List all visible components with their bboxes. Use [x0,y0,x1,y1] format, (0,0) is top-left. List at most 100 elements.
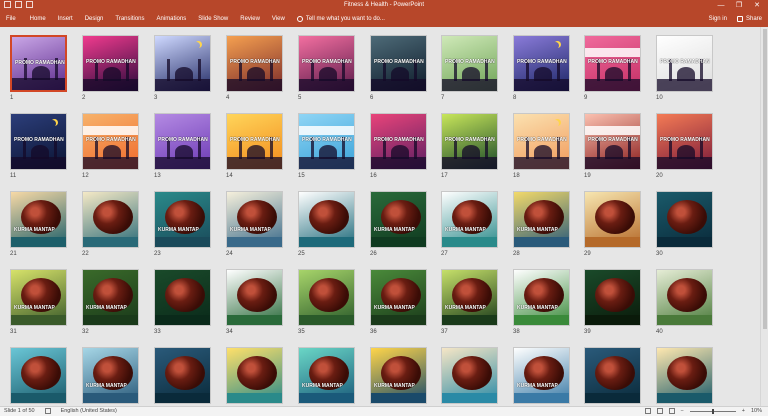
slide-preview[interactable] [656,191,713,248]
tab-insert[interactable]: Insert [52,11,79,27]
slide-number: 9 [584,95,588,101]
mosque-dome [319,145,337,159]
accent-swoosh [514,315,569,325]
sign-in-link[interactable]: Sign in [709,16,727,22]
slide-preview[interactable]: PROMO RAMADHAN [441,113,498,170]
maximize-button[interactable]: ❐ [730,0,748,11]
slide-headline: KURMA MANTAP [14,305,55,311]
slide-preview[interactable]: PROMO RAMADHAN [513,113,570,170]
slide-preview[interactable] [656,347,713,404]
slide-number: 37 [441,329,448,335]
slide-sorter-view-icon[interactable] [656,408,663,414]
zoom-in-icon[interactable]: + [742,408,745,414]
slide-preview[interactable]: PROMO RAMADHAN [154,113,211,170]
slide-preview[interactable] [584,347,641,404]
slide-preview[interactable] [656,269,713,326]
vertical-scrollbar[interactable] [760,27,768,406]
slide-preview[interactable]: KURMA MANTAP [154,191,211,248]
language-label[interactable]: English (United States) [61,408,117,414]
slide-preview[interactable] [584,269,641,326]
slide-preview[interactable]: PROMO RAMADHAN [298,35,355,92]
slide-headline: KURMA MANTAP [445,227,486,233]
status-bar: Slide 1 of 50 English (United States) − … [0,406,768,416]
slide-number: 24 [226,251,233,257]
minimize-button[interactable]: — [712,0,730,11]
slide-preview[interactable] [584,191,641,248]
slide-preview[interactable]: KURMA MANTAP [10,269,67,326]
slide-preview[interactable]: KURMA MANTAP [226,191,283,248]
dates-photo [93,200,133,234]
spellcheck-icon[interactable] [44,408,51,414]
slide-preview[interactable] [154,347,211,404]
slide-preview[interactable]: KURMA MANTAP [441,269,498,326]
slide-preview[interactable]: PROMO RAMADHAN [226,35,283,92]
slide-preview[interactable] [154,269,211,326]
slide-number: 29 [584,251,591,257]
slide-preview[interactable]: KURMA MANTAP [82,269,139,326]
accent-swoosh [442,315,497,325]
share-button[interactable]: Share [736,16,762,22]
slide-preview[interactable]: KURMA MANTAP [298,347,355,404]
slide-preview[interactable]: KURMA MANTAP [513,347,570,404]
reading-view-icon[interactable] [668,408,675,414]
tab-file[interactable]: File [0,11,24,27]
slide-preview[interactable]: PROMO RAMADHAN [82,113,139,170]
window-title: Fitness & Health - PowerPoint [343,2,425,8]
slide-preview[interactable]: KURMA MANTAP [513,269,570,326]
slide-number: 26 [370,251,377,257]
slide-number: 39 [584,329,591,335]
slide-number: 6 [370,95,374,101]
zoom-slider[interactable] [689,408,736,414]
slide-preview[interactable]: PROMO RAMADHAN [441,35,498,92]
slide-preview[interactable]: KURMA MANTAP [370,347,427,404]
slide-preview[interactable]: PROMO RAMADHAN [656,113,713,170]
close-button[interactable]: ✕ [748,0,766,11]
scrollbar-thumb[interactable] [763,29,767,329]
slide-headline: KURMA MANTAP [374,305,415,311]
slide-preview[interactable]: KURMA MANTAP [513,191,570,248]
zoom-out-icon[interactable]: − [681,408,684,414]
slide-preview[interactable] [441,347,498,404]
tab-animations[interactable]: Animations [151,11,193,27]
slide-preview[interactable]: PROMO RAMADHAN [82,35,139,92]
slide-headline: KURMA MANTAP [374,383,415,389]
tell-me-box[interactable]: Tell me what you want to do... [291,16,385,22]
slide-number: 28 [513,251,520,257]
slide-preview[interactable]: PROMO RAMADHAN [10,35,67,92]
slide-preview[interactable]: KURMA MANTAP [10,191,67,248]
slide-preview[interactable] [154,35,211,92]
slide-preview[interactable] [10,347,67,404]
slide-preview[interactable]: PROMO RAMADHAN [226,113,283,170]
slide-number: 32 [82,329,89,335]
minaret [198,59,201,81]
tab-view[interactable]: View [266,11,291,27]
tab-review[interactable]: Review [234,11,266,27]
slide-preview[interactable]: PROMO RAMADHAN [10,113,67,170]
slide-preview[interactable]: PROMO RAMADHAN [584,35,641,92]
tab-home[interactable]: Home [24,11,52,27]
slide-number: 12 [82,173,89,179]
zoom-level[interactable]: 10% [751,408,762,414]
slide-preview[interactable] [298,269,355,326]
slide-preview[interactable]: PROMO RAMADHAN [584,113,641,170]
tab-slide-show[interactable]: Slide Show [192,11,234,27]
slide-preview[interactable] [82,191,139,248]
slide-preview[interactable]: PROMO RAMADHAN [513,35,570,92]
slide-preview[interactable]: PROMO RAMADHAN [370,113,427,170]
slide-preview[interactable]: PROMO RAMADHAN [298,113,355,170]
slide-preview[interactable] [298,191,355,248]
tab-transitions[interactable]: Transitions [109,11,150,27]
mosque-dome [31,145,49,159]
normal-view-icon[interactable] [644,408,651,414]
slide-preview[interactable]: KURMA MANTAP [370,191,427,248]
slide-preview[interactable] [226,269,283,326]
ribbon-right: Sign in Share [709,11,762,27]
slide-preview[interactable]: PROMO RAMADHAN [656,35,713,92]
slide-preview[interactable]: PROMO RAMADHAN [370,35,427,92]
slide-preview[interactable]: KURMA MANTAP [370,269,427,326]
slide-number: 2 [82,95,86,101]
tab-design[interactable]: Design [79,11,110,27]
slide-preview[interactable]: KURMA MANTAP [82,347,139,404]
slide-preview[interactable]: KURMA MANTAP [441,191,498,248]
slide-preview[interactable] [226,347,283,404]
